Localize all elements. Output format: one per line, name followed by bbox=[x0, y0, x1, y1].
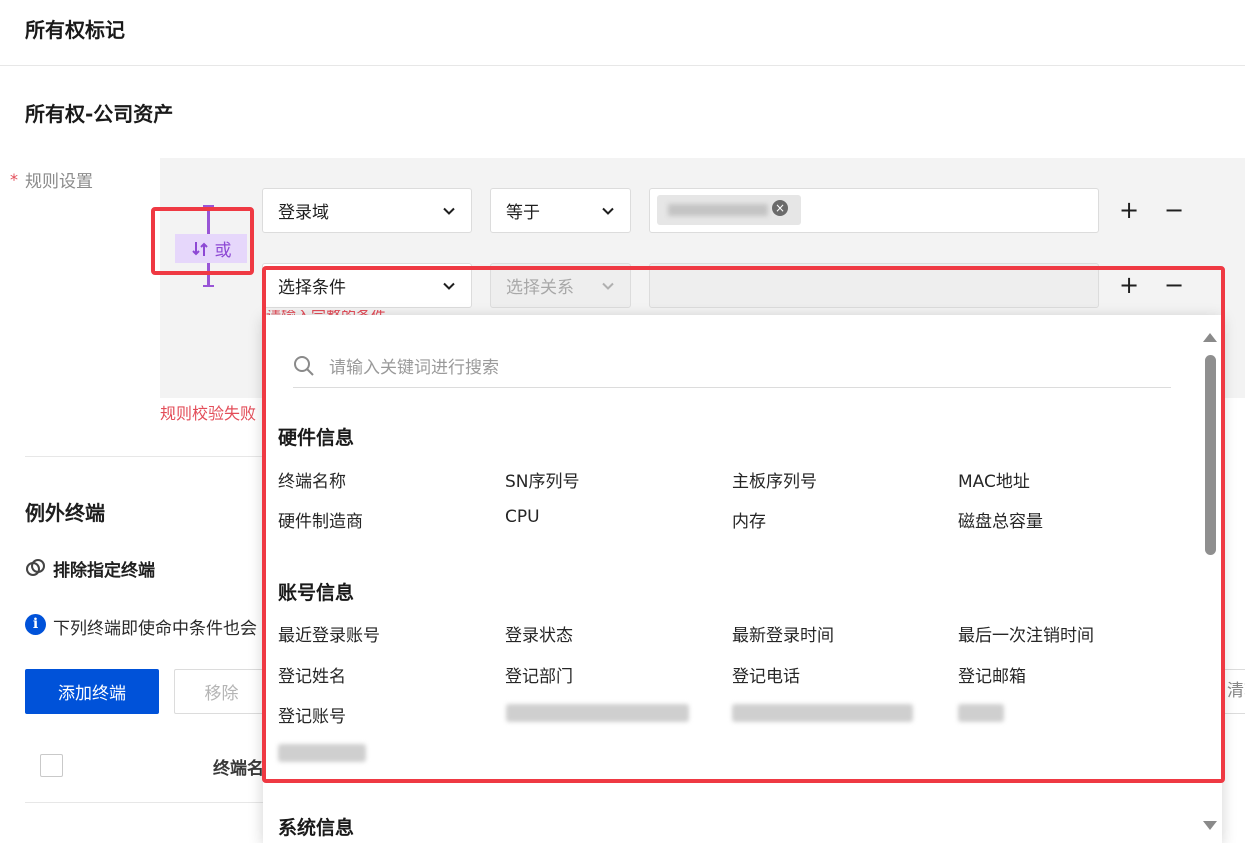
add-row-button[interactable]: + bbox=[1117, 198, 1141, 222]
section-title: 所有权-公司资产 bbox=[25, 102, 174, 126]
select-all-checkbox[interactable] bbox=[40, 754, 63, 777]
required-mark: * bbox=[10, 170, 18, 189]
scroll-down-arrow[interactable] bbox=[1203, 821, 1217, 830]
info-icon: i bbox=[25, 614, 46, 635]
info-text: 下列终端即使命中条件也会 bbox=[53, 619, 257, 639]
highlight-box-dropdown bbox=[262, 266, 1225, 783]
relation-select-1[interactable]: 等于 bbox=[490, 188, 631, 233]
search-input-partial[interactable]: 清输 bbox=[1222, 669, 1245, 714]
remove-button[interactable]: 移除 bbox=[174, 669, 269, 714]
link-icon bbox=[26, 559, 45, 576]
condition-select-1-value: 登录域 bbox=[278, 203, 329, 223]
condition-select-1[interactable]: 登录域 bbox=[262, 188, 472, 233]
remove-row-button[interactable]: − bbox=[1162, 198, 1186, 222]
rule-setting-label: 规则设置 bbox=[25, 172, 93, 192]
logic-bracket-bottom-cap bbox=[203, 285, 214, 287]
highlight-box-logic bbox=[151, 207, 254, 275]
group-title-system: 系统信息 bbox=[278, 817, 355, 839]
chevron-down-icon bbox=[602, 207, 614, 215]
page-title: 所有权标记 bbox=[25, 18, 125, 42]
value-tag-text-redacted bbox=[668, 204, 768, 216]
exclude-terminals-subtitle: 排除指定终端 bbox=[53, 561, 155, 581]
header-divider bbox=[0, 65, 1245, 66]
chevron-down-icon bbox=[443, 207, 455, 215]
add-terminal-button[interactable]: 添加终端 bbox=[25, 669, 159, 714]
section-divider bbox=[25, 456, 265, 457]
exceptions-title: 例外终端 bbox=[25, 501, 105, 525]
table-header-terminal-name: 终端名 bbox=[213, 759, 263, 779]
rule-error-message: 规则校验失败 bbox=[160, 404, 257, 423]
clear-icon[interactable]: × bbox=[772, 200, 788, 216]
table-divider bbox=[25, 802, 265, 803]
relation-select-1-value: 等于 bbox=[506, 203, 540, 223]
